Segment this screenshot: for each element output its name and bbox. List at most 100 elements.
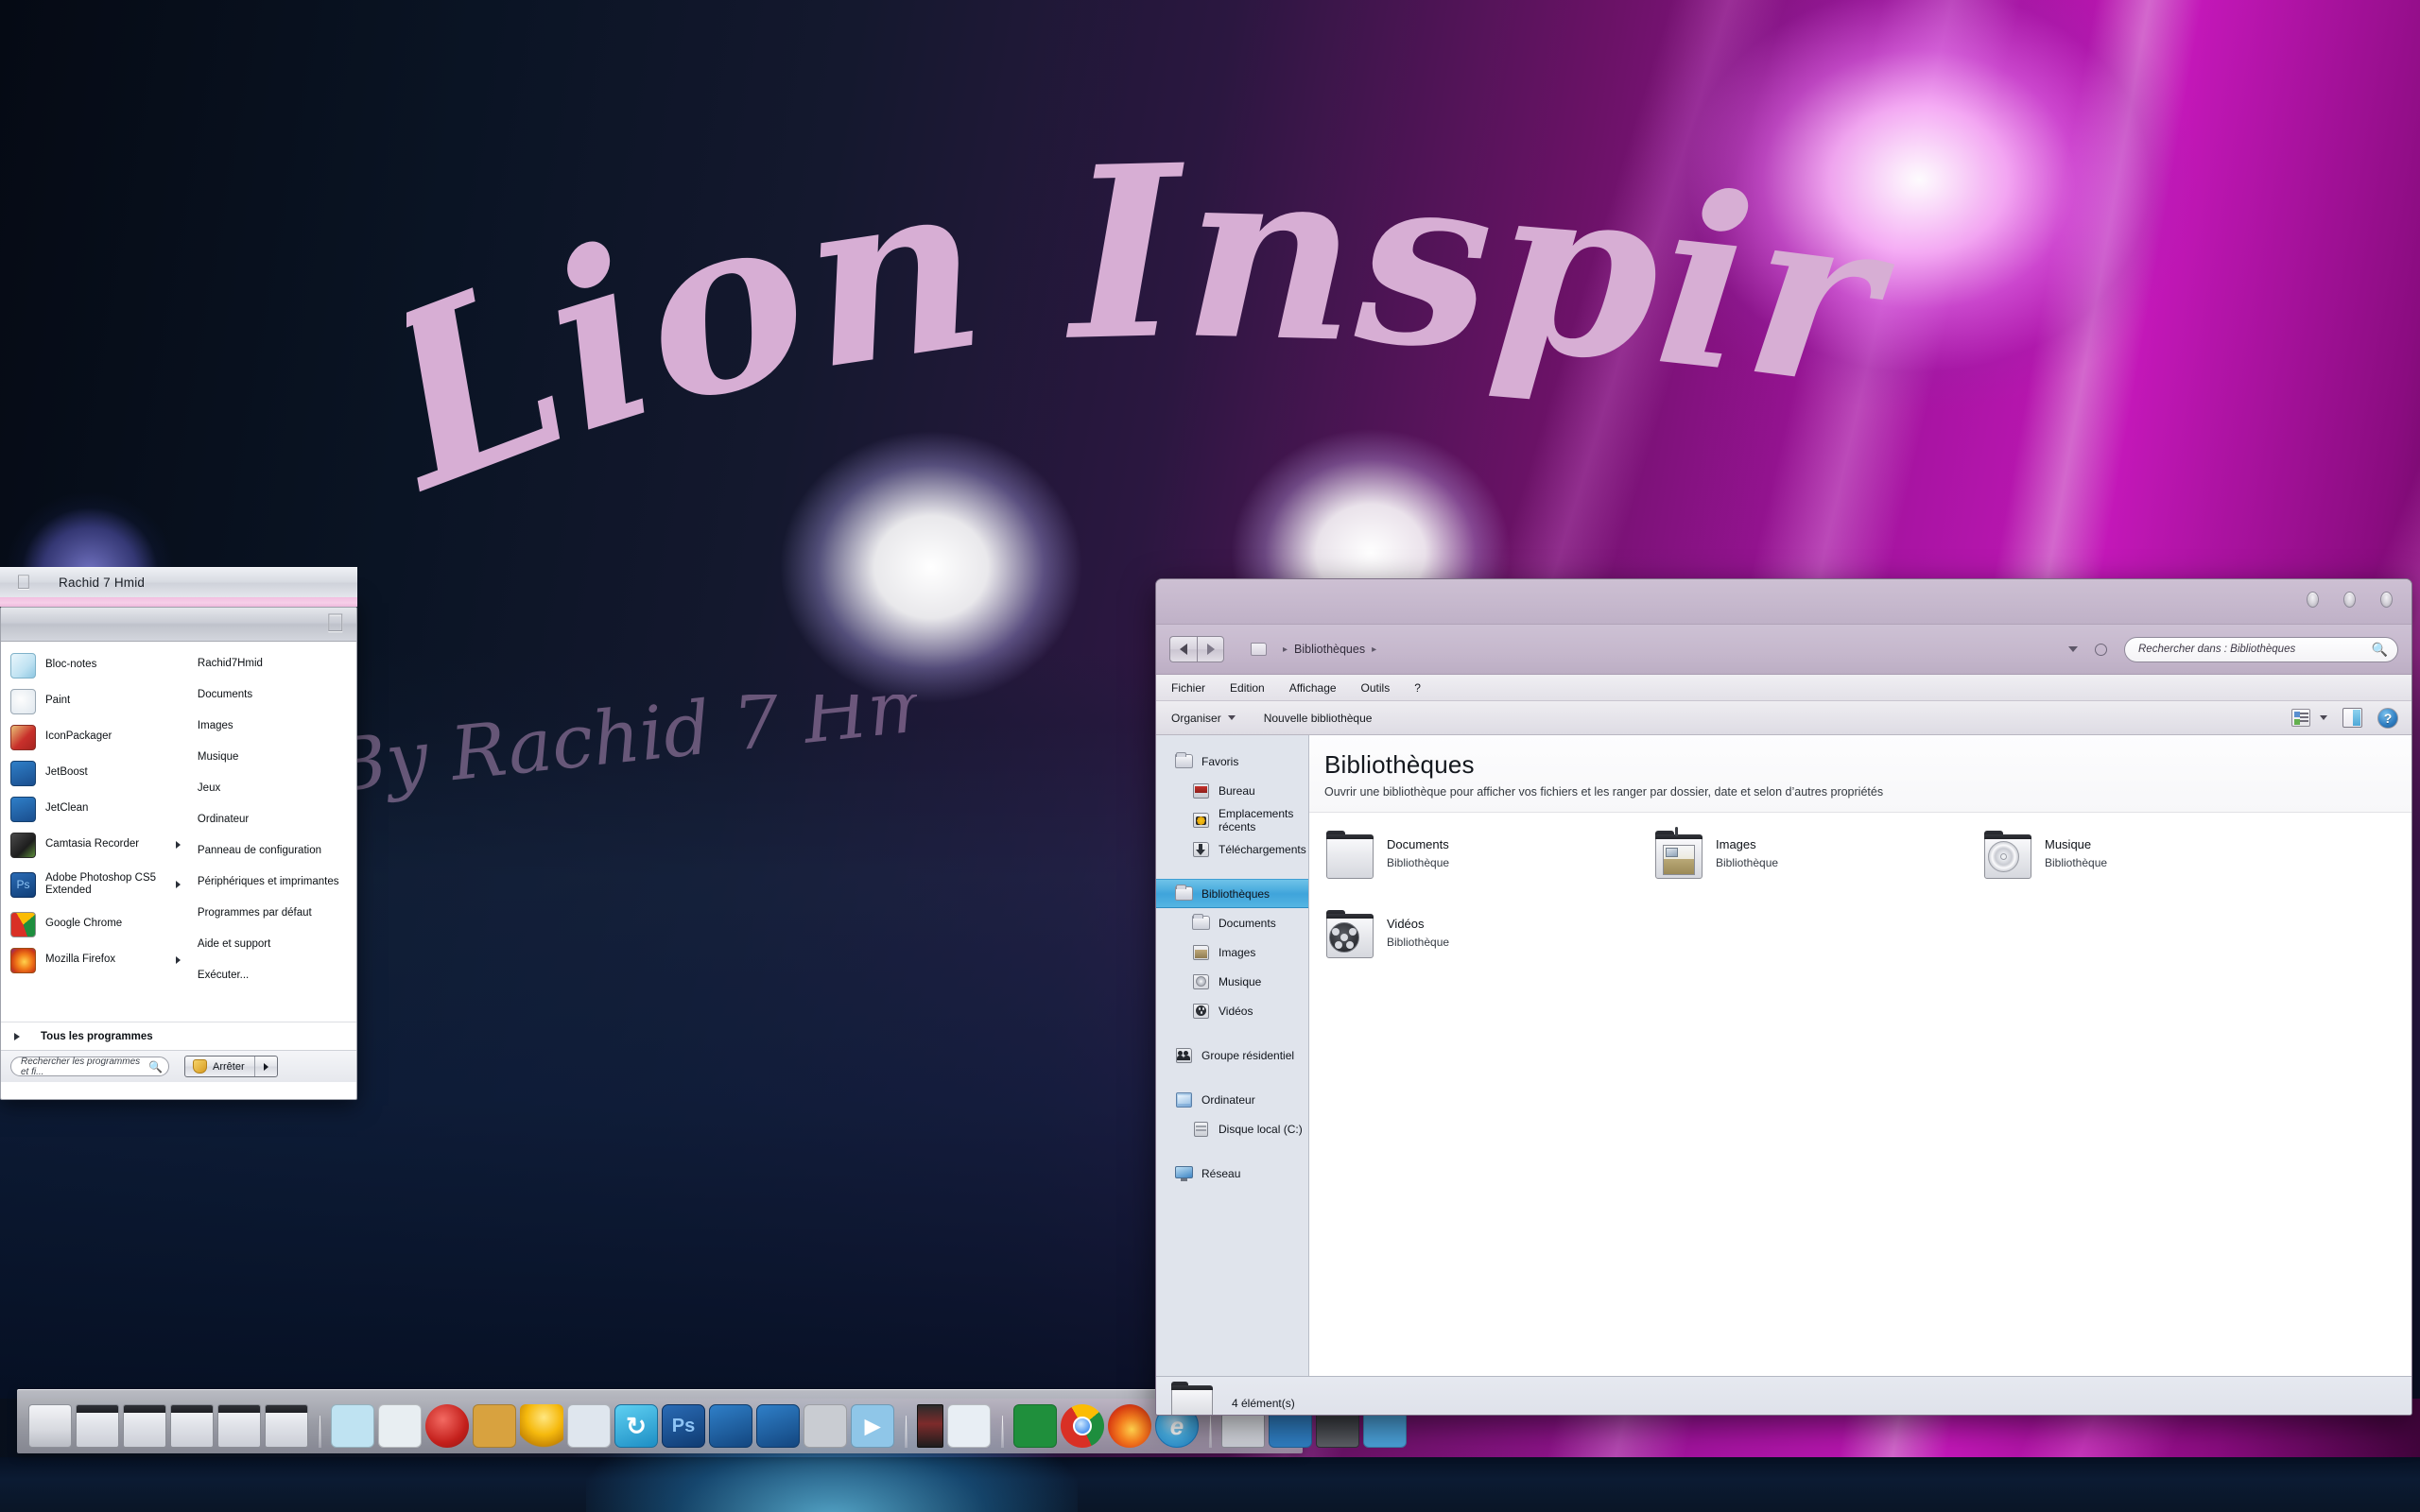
forward-button[interactable] — [1197, 636, 1224, 662]
dock-item-finder[interactable] — [28, 1404, 72, 1448]
start-menu-place-p-riph-riques-et-imprimantes[interactable]: Périphériques et imprimantes — [194, 866, 356, 897]
nav-item-documents[interactable]: Documents — [1156, 908, 1308, 937]
start-menu-item-jetclean[interactable]: JetClean — [1, 791, 194, 827]
nav-item-emplacements-r-cents[interactable]: Emplacements récents — [1156, 805, 1308, 834]
start-menu[interactable]:  Rachid 7 Hmid  Bloc-notes Paint IconPac… — [0, 567, 357, 1100]
dock-item-media-player[interactable]: ▶ — [851, 1404, 894, 1448]
change-view-button[interactable] — [2291, 709, 2327, 727]
organize-button[interactable]: Organiser — [1171, 712, 1236, 725]
back-button[interactable] — [1169, 636, 1197, 662]
chevron-right-icon[interactable]: ▸ — [1372, 644, 1376, 655]
dock-item-music-folder[interactable] — [170, 1404, 214, 1448]
dock-item-notepad[interactable] — [331, 1404, 374, 1448]
menu-item-affichage[interactable]: Affichage — [1289, 681, 1337, 695]
nav-pane-spacer — [1156, 864, 1308, 879]
apple-icon[interactable]:  — [13, 572, 34, 594]
shutdown-button[interactable]: Arrêter — [184, 1056, 278, 1077]
start-menu-place-ex-cuter[interactable]: Exécuter... — [194, 959, 356, 990]
start-menu-place-jeux[interactable]: Jeux — [194, 772, 356, 803]
nav-item-images[interactable]: Images — [1156, 937, 1308, 967]
dock-item-iconpackager[interactable] — [473, 1404, 516, 1448]
menu-item-fichier[interactable]: Fichier — [1171, 681, 1205, 695]
start-menu-item-iconpackager[interactable]: IconPackager — [1, 719, 194, 755]
start-menu-item-paint[interactable]: Paint — [1, 683, 194, 719]
explorer-title-bar[interactable] — [1156, 579, 2411, 625]
nav-item-groupe-r-sidentiel[interactable]: Groupe résidentiel — [1156, 1040, 1308, 1070]
menu-item-outils[interactable]: Outils — [1361, 681, 1391, 695]
start-menu-place-aide-et-support[interactable]: Aide et support — [194, 928, 356, 959]
nav-item-vid-os[interactable]: Vidéos — [1156, 996, 1308, 1025]
start-menu-place-ordinateur[interactable]: Ordinateur — [194, 803, 356, 834]
start-menu-item-mozilla-firefox[interactable]: Mozilla Firefox — [1, 942, 194, 978]
explorer-menu-bar[interactable]: Fichier Edition Affichage Outils? — [1156, 675, 2411, 701]
help-icon[interactable]: ? — [2377, 707, 2398, 729]
dock-item-jetboost[interactable] — [709, 1404, 752, 1448]
chevron-down-icon[interactable] — [2068, 646, 2078, 652]
refresh-icon[interactable] — [2095, 643, 2107, 656]
start-menu-item-adobe-photoshop-cs5-extended[interactable]: Ps Adobe Photoshop CS5 Extended — [1, 863, 194, 906]
library-item-musique[interactable]: Musique Bibliothèque — [1984, 831, 2313, 900]
nav-item-label: Emplacements récents — [1219, 806, 1294, 833]
dock-item-tune-up[interactable] — [804, 1404, 847, 1448]
breadcrumb-item-libraries[interactable]: Bibliothèques — [1294, 643, 1365, 656]
menu-item-edition[interactable]: Edition — [1230, 681, 1265, 695]
dock-item-videos-folder[interactable] — [217, 1404, 261, 1448]
start-menu-place-musique[interactable]: Musique — [194, 741, 356, 772]
dock-item-jetclean[interactable] — [756, 1404, 800, 1448]
nav-item-disque-local-c[interactable]: Disque local (C:) — [1156, 1114, 1308, 1143]
dock-item-paint[interactable] — [567, 1404, 611, 1448]
start-menu-place-programmes-par-d-faut[interactable]: Programmes par défaut — [194, 897, 356, 928]
nav-item-t-l-chargements[interactable]: Téléchargements — [1156, 834, 1308, 864]
library-item-vid-os[interactable]: Vidéos Bibliothèque — [1326, 910, 1655, 979]
explorer-search-input[interactable]: Rechercher dans : Bibliothèques 🔍 — [2124, 636, 2398, 662]
chevron-right-icon[interactable] — [263, 1062, 268, 1071]
start-menu-place-label: Ordinateur — [197, 813, 250, 825]
jetboost-icon — [10, 760, 36, 786]
menu-item-help[interactable]: ? — [1414, 681, 1421, 695]
nav-item-favoris[interactable]: Favoris — [1156, 747, 1308, 776]
preview-pane-icon[interactable] — [2342, 708, 2362, 728]
start-menu-item-camtasia-recorder[interactable]: Camtasia Recorder — [1, 827, 194, 863]
library-item-images[interactable]: Images Bibliothèque — [1655, 827, 1984, 900]
start-menu-item-jetboost[interactable]: JetBoost — [1, 755, 194, 791]
search-icon[interactable]: 🔍 — [2372, 642, 2388, 658]
start-menu-place-documents[interactable]: Documents — [194, 679, 356, 710]
dock-item-internet-download-manager[interactable] — [1013, 1404, 1057, 1448]
dock-item-magic-wand[interactable] — [520, 1404, 563, 1448]
minimize-button[interactable] — [2307, 592, 2319, 608]
new-library-button[interactable]: Nouvelle bibliothèque — [1264, 712, 1373, 725]
start-menu-item-google-chrome[interactable]: Google Chrome — [1, 906, 194, 942]
nav-item-r-seau[interactable]: Réseau — [1156, 1159, 1308, 1188]
taskbar-top[interactable]:  Rachid 7 Hmid — [0, 567, 357, 597]
close-button[interactable] — [2380, 592, 2393, 608]
start-menu-place-rachid7hmid[interactable]: Rachid7Hmid — [194, 647, 356, 679]
search-icon[interactable]: 🔍 — [148, 1060, 163, 1074]
dock-item-photoshop[interactable]: Ps — [662, 1404, 705, 1448]
dock[interactable]: ↻ Ps ▶ e — [17, 1389, 1407, 1453]
start-menu-item-bloc-notes[interactable]: Bloc-notes — [1, 647, 194, 683]
start-menu-place-images[interactable]: Images — [194, 710, 356, 741]
nav-item-ordinateur[interactable]: Ordinateur — [1156, 1085, 1308, 1114]
library-item-documents[interactable]: Documents Bibliothèque — [1326, 831, 1655, 900]
nav-buttons[interactable] — [1169, 636, 1224, 662]
dock-item-gta-san-andreas[interactable] — [917, 1404, 943, 1448]
breadcrumb[interactable]: ▸ Bibliothèques ▸ — [1251, 643, 2068, 656]
dock-item-snipping-tool[interactable] — [378, 1404, 422, 1448]
dock-item-refresh[interactable]: ↻ — [614, 1404, 658, 1448]
dock-item-ccleaner[interactable] — [425, 1404, 469, 1448]
dock-item-chicken-invaders[interactable] — [947, 1404, 991, 1448]
all-programs-button[interactable]: Tous les programmes — [1, 1022, 356, 1050]
dock-item-chrome[interactable] — [1061, 1404, 1104, 1448]
file-explorer-window[interactable]: ▸ Bibliothèques ▸ Rechercher dans : Bibl… — [1155, 578, 2412, 1416]
nav-item-bureau[interactable]: Bureau — [1156, 776, 1308, 805]
maximize-button[interactable] — [2343, 592, 2356, 608]
nav-item-biblioth-ques[interactable]: Bibliothèques — [1156, 879, 1308, 908]
start-menu-search-input[interactable]: Rechercher les programmes et fi... 🔍 — [10, 1057, 169, 1077]
dock-item-pictures-folder[interactable] — [123, 1404, 166, 1448]
window-controls[interactable] — [2307, 592, 2393, 608]
start-menu-place-panneau-de-configuration[interactable]: Panneau de configuration — [194, 834, 356, 866]
dock-item-downloads-folder[interactable] — [265, 1404, 308, 1448]
dock-item-firefox[interactable] — [1108, 1404, 1151, 1448]
nav-item-musique[interactable]: Musique — [1156, 967, 1308, 996]
dock-item-documents-folder[interactable] — [76, 1404, 119, 1448]
